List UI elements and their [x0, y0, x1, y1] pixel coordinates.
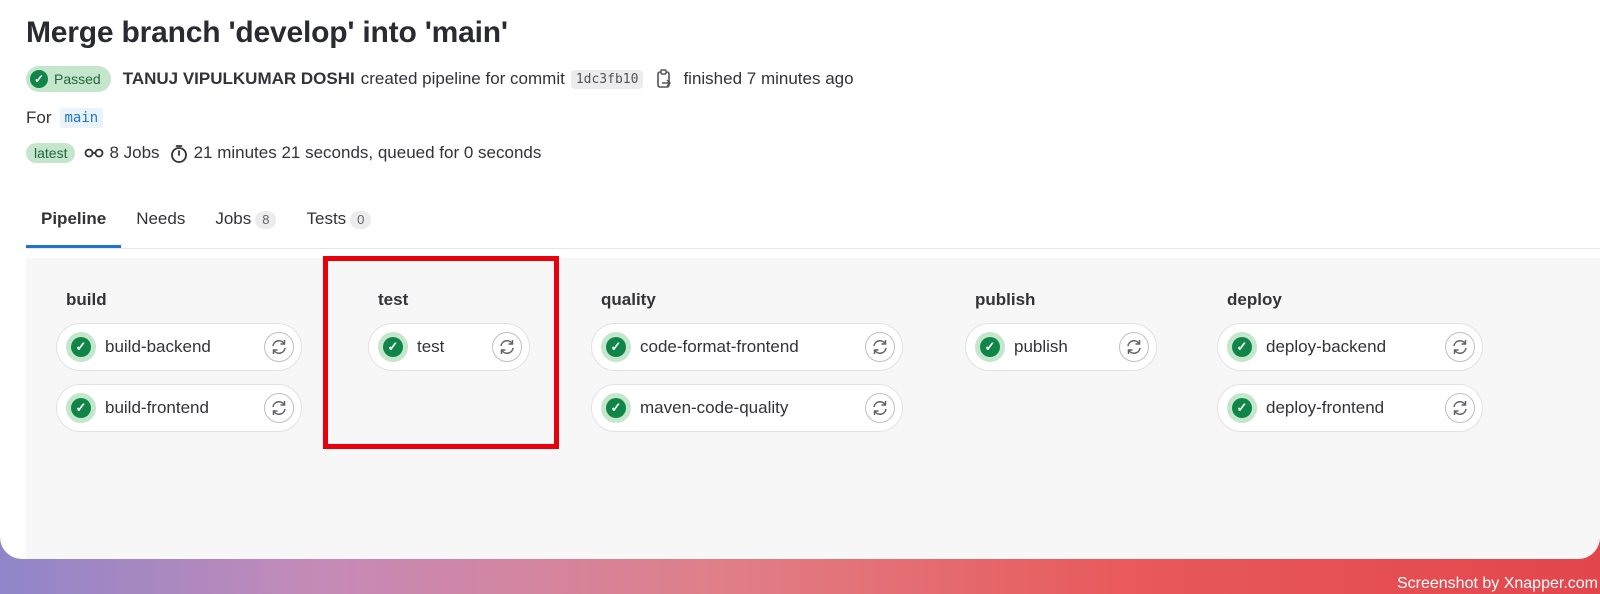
tab-count-badge: 0 [350, 211, 372, 229]
copy-icon[interactable] [655, 69, 673, 89]
status-passed[interactable]: ✓ [975, 332, 1005, 362]
retry-button[interactable] [264, 332, 294, 362]
stage-title: build [66, 290, 107, 309]
created-text: created pipeline for commit [360, 69, 565, 88]
job-maven-code-quality[interactable]: ✓ maven-code-quality [591, 384, 903, 432]
job-name: deploy-backend [1266, 337, 1387, 356]
job-deploy-frontend[interactable]: ✓ deploy-frontend [1217, 384, 1483, 432]
status-badge-label: Passed [54, 71, 101, 87]
timer-icon [169, 144, 189, 163]
stage-title: quality [601, 290, 656, 309]
retry-icon [1453, 401, 1467, 415]
job-name: build-frontend [105, 398, 209, 417]
pipeline-card: Merge branch 'develop' into 'main' ✓ Pas… [0, 0, 1600, 559]
retry-icon [873, 340, 887, 354]
tab-needs[interactable]: Needs [121, 196, 200, 248]
status-passed[interactable]: ✓ [1227, 393, 1257, 423]
tab-label: Jobs [215, 209, 252, 228]
job-name: maven-code-quality [640, 398, 789, 417]
retry-button[interactable] [264, 393, 294, 423]
retry-icon [873, 401, 887, 415]
check-circle-icon: ✓ [980, 337, 1000, 357]
watermark: Screenshot by Xnapper.com [1396, 575, 1598, 592]
status-passed[interactable]: ✓ [601, 332, 631, 362]
status-passed[interactable]: ✓ [66, 332, 96, 362]
job-build-backend[interactable]: ✓ build-backend [56, 323, 302, 371]
finished-text: finished 7 minutes ago [683, 69, 854, 88]
job-name: publish [1014, 337, 1068, 356]
tabs-divider [26, 248, 1600, 249]
highlight-box [323, 256, 559, 449]
author-link[interactable]: TANUJ VIPULKUMAR DOSHI [123, 69, 355, 89]
job-name: build-backend [105, 337, 211, 356]
retry-icon [272, 401, 286, 415]
job-code-format-frontend[interactable]: ✓ code-format-frontend [591, 323, 903, 371]
retry-button[interactable] [1445, 332, 1475, 362]
pipeline-tabs: Pipeline Needs Jobs 8 Tests 0 [26, 196, 386, 248]
latest-badge: latest [26, 143, 76, 163]
pipeline-graph: build ✓ build-backend ✓ build-frontend t… [26, 258, 1600, 559]
tab-label: Pipeline [41, 209, 107, 228]
job-build-frontend[interactable]: ✓ build-frontend [56, 384, 302, 432]
tab-label: Tests [306, 209, 347, 228]
for-label: For [26, 108, 52, 127]
retry-button[interactable] [865, 393, 895, 423]
branch-link[interactable]: main [59, 108, 104, 128]
job-name: code-format-frontend [640, 337, 799, 356]
check-circle-icon: ✓ [1232, 398, 1252, 418]
ref-row: For main [26, 104, 104, 132]
status-badge[interactable]: ✓ Passed [26, 66, 111, 92]
retry-icon [1453, 340, 1467, 354]
commit-sha-link[interactable]: 1dc3fb10 [570, 69, 644, 89]
check-circle-icon: ✓ [1232, 337, 1252, 357]
stage-title: publish [975, 290, 1036, 309]
check-circle-icon: ✓ [71, 398, 91, 418]
tab-jobs[interactable]: Jobs 8 [200, 196, 291, 248]
page-title: Merge branch 'develop' into 'main' [26, 16, 508, 49]
check-circle-icon: ✓ [71, 337, 91, 357]
jobs-count: 8 Jobs [109, 143, 160, 162]
retry-button[interactable] [1445, 393, 1475, 423]
job-publish[interactable]: ✓ publish [965, 323, 1157, 371]
retry-button[interactable] [865, 332, 895, 362]
tab-tests[interactable]: Tests 0 [291, 196, 386, 248]
pipeline-meta-row: latest 8 Jobs 21 minutes 21 seconds, que… [26, 140, 541, 166]
duration-text: 21 minutes 21 seconds, queued for 0 seco… [193, 143, 542, 162]
pipeline-header-info: ✓ Passed TANUJ VIPULKUMAR DOSHI created … [26, 64, 854, 94]
status-passed[interactable]: ✓ [1227, 332, 1257, 362]
tab-count-badge: 8 [255, 211, 277, 229]
stage-title: deploy [1227, 290, 1282, 309]
pipeline-icon [84, 144, 104, 162]
status-passed[interactable]: ✓ [601, 393, 631, 423]
tab-pipeline[interactable]: Pipeline [26, 196, 122, 248]
retry-icon [1127, 340, 1141, 354]
job-deploy-backend[interactable]: ✓ deploy-backend [1217, 323, 1483, 371]
check-circle-icon: ✓ [606, 337, 626, 357]
tab-label: Needs [136, 209, 186, 228]
check-circle-icon: ✓ [30, 70, 48, 88]
retry-icon [272, 340, 286, 354]
status-passed[interactable]: ✓ [66, 393, 96, 423]
retry-button[interactable] [1119, 332, 1149, 362]
check-circle-icon: ✓ [606, 398, 626, 418]
job-name: deploy-frontend [1266, 398, 1385, 417]
